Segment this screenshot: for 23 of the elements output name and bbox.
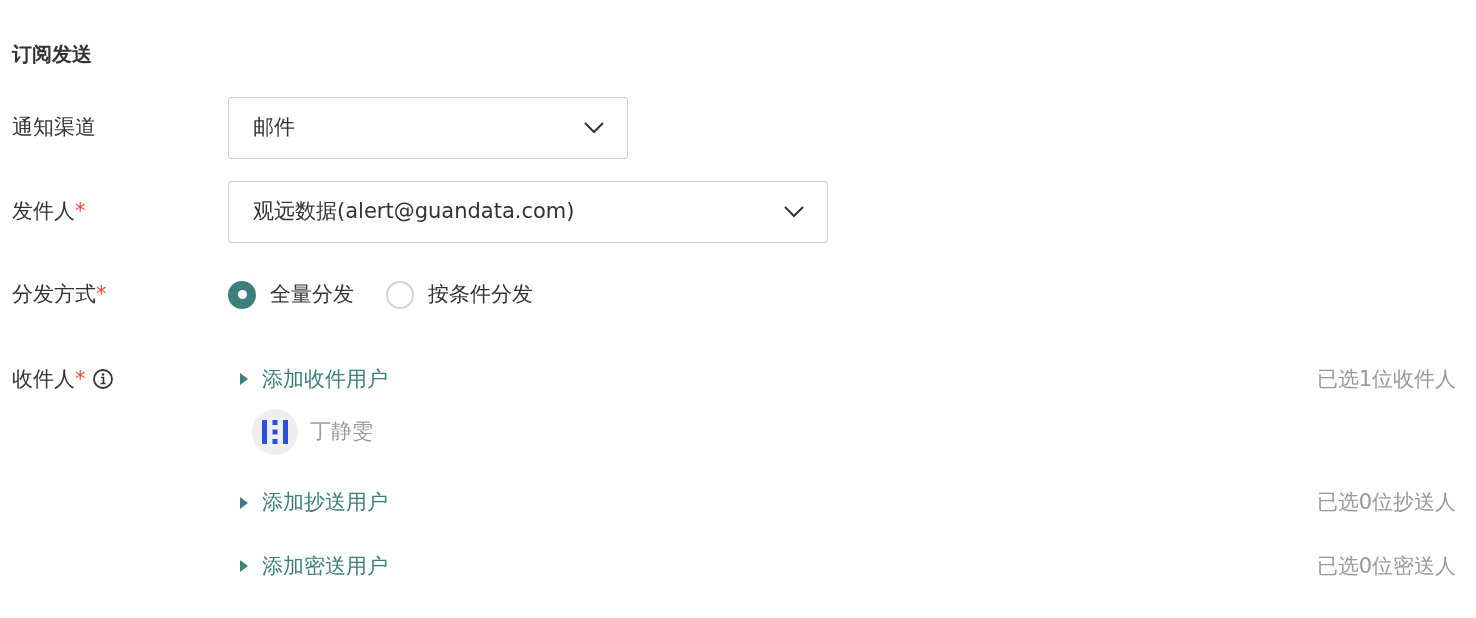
field-label: 收件人* — [12, 365, 86, 393]
caret-icon — [240, 496, 248, 509]
selected-count: 已选1位收件人 — [1316, 365, 1456, 393]
field-label: 通知渠道 — [12, 114, 96, 142]
caret-icon — [240, 373, 248, 386]
selected-count: 已选0位抄送人 — [1316, 489, 1456, 516]
caret-icon — [240, 560, 248, 573]
chevron-down-icon — [783, 205, 805, 219]
section-title: 订阅发送 — [12, 41, 93, 68]
field-label: 发件人* — [12, 198, 86, 226]
avatar-icon — [252, 409, 298, 455]
add-user-link[interactable]: 添加收件用户 — [228, 363, 388, 395]
add-user-link[interactable]: 添加密送用户 — [228, 550, 388, 582]
selected-count: 已选0位密送人 — [1316, 552, 1456, 580]
radio-option[interactable]: 全量分发 — [228, 279, 354, 311]
info-icon[interactable] — [91, 368, 114, 391]
chevron-down-icon — [583, 121, 605, 135]
dropdown-field[interactable]: 观远数据(alert@guandata.com) — [228, 181, 828, 243]
add-user-link[interactable]: 添加抄送用户 — [228, 487, 388, 519]
user-name: 丁静雯 — [310, 418, 373, 446]
radio-option[interactable]: 按条件分发 — [386, 279, 533, 311]
field-label: 分发方式* — [12, 281, 107, 308]
dropdown-field[interactable]: 邮件 — [228, 97, 628, 159]
